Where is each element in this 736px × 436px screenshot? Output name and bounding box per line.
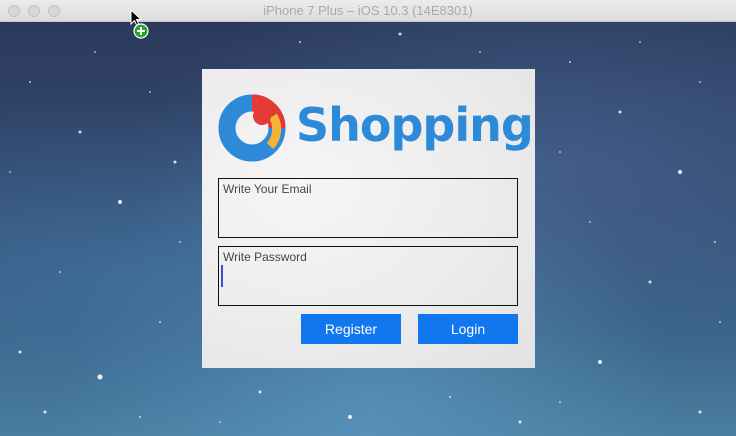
login-card: Shopping Write Your Email Write Password… bbox=[202, 69, 535, 368]
shopping-logo-icon bbox=[218, 94, 286, 162]
text-caret bbox=[221, 265, 223, 287]
shopping-logo: Shopping bbox=[218, 94, 534, 164]
window-title: iPhone 7 Plus – iOS 10.3 (14E8301) bbox=[263, 3, 473, 18]
email-field[interactable]: Write Your Email bbox=[218, 178, 518, 238]
password-field[interactable]: Write Password bbox=[218, 246, 518, 306]
register-button[interactable]: Register bbox=[301, 314, 401, 344]
mouse-cursor-add-icon bbox=[130, 9, 149, 39]
title-bar: iPhone 7 Plus – iOS 10.3 (14E8301) bbox=[0, 0, 736, 22]
brand-name: Shopping bbox=[296, 98, 534, 152]
login-button[interactable]: Login bbox=[418, 314, 518, 344]
simulator-window: iPhone 7 Plus – iOS 10.3 (14E8301) Shopp… bbox=[0, 0, 736, 436]
password-placeholder: Write Password bbox=[223, 250, 307, 264]
email-placeholder: Write Your Email bbox=[223, 182, 312, 196]
